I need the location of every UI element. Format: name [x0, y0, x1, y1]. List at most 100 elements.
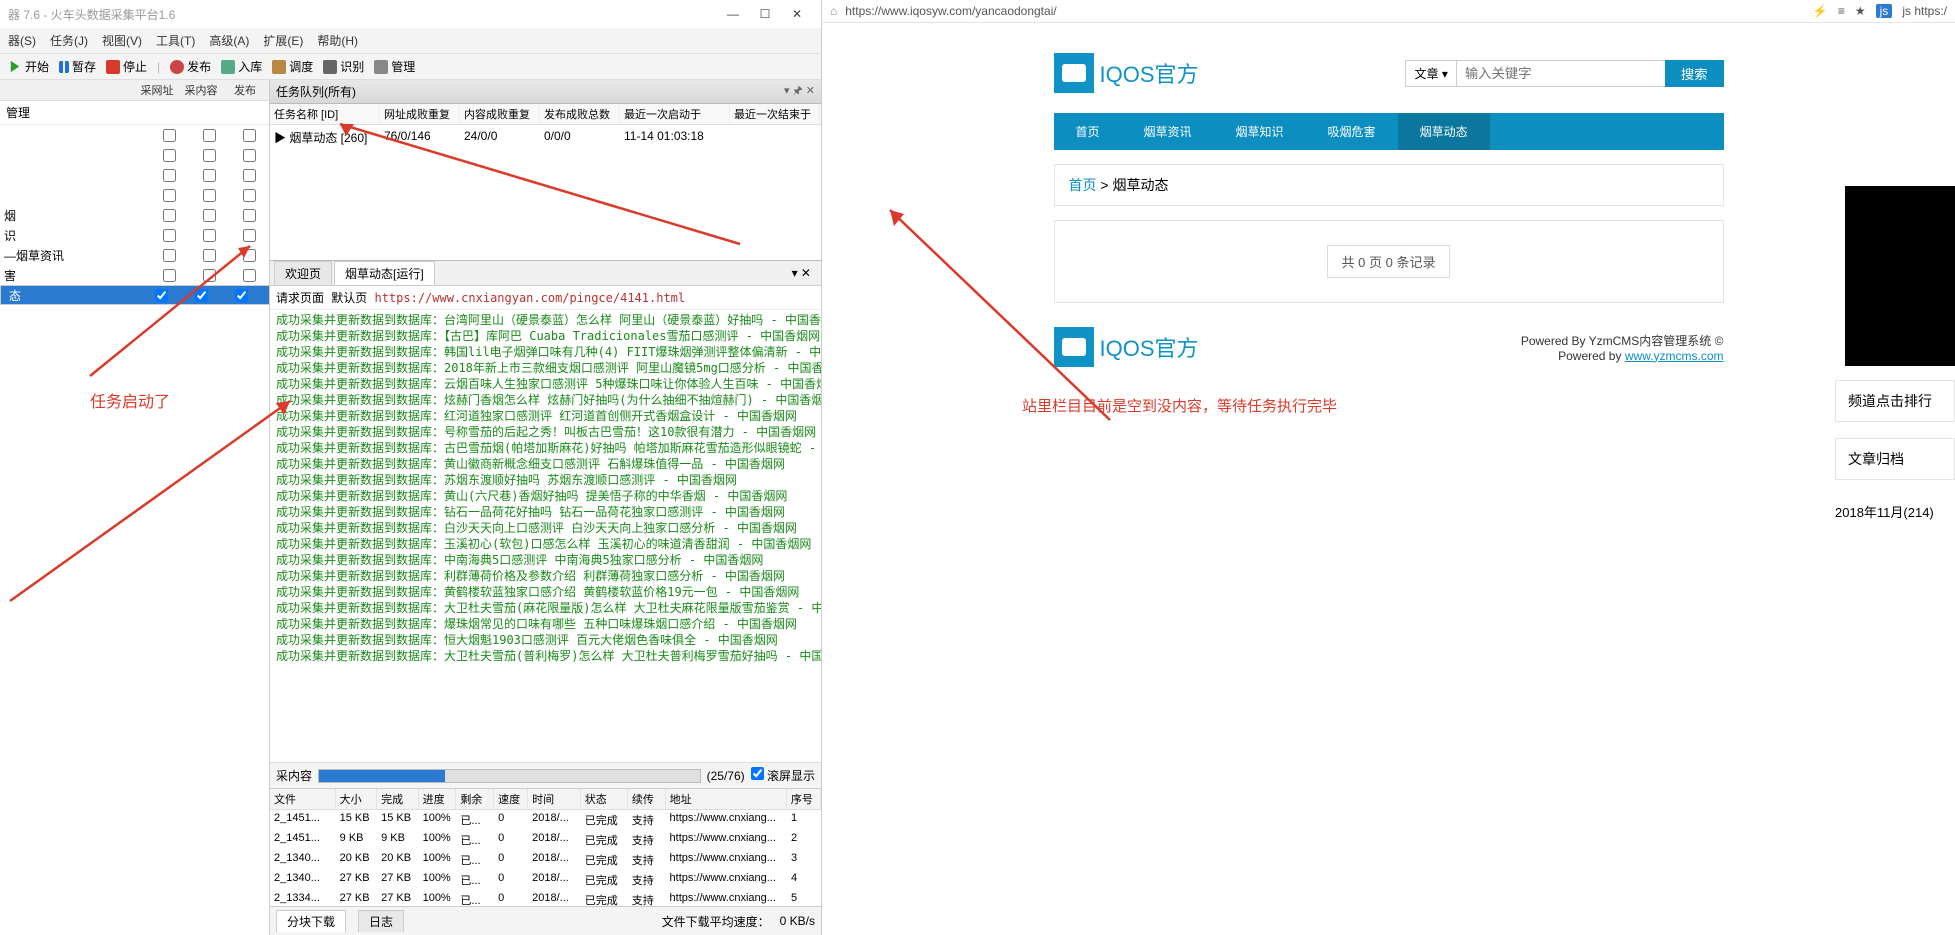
site-logo[interactable]: IQOS官方	[1054, 53, 1199, 93]
log-line: 成功采集并更新数据到数据库：大卫杜夫雪茄(普利梅罗)怎么样 大卫杜夫普利梅罗雪茄…	[276, 648, 815, 664]
tree-checkbox[interactable]	[163, 169, 176, 182]
bottom-tab-chunk[interactable]: 分块下载	[276, 910, 346, 932]
nav-item[interactable]: 吸烟危害	[1306, 113, 1398, 150]
tree-checkbox[interactable]	[163, 249, 176, 262]
nav-item[interactable]: 首页	[1054, 113, 1122, 150]
log-body[interactable]: 成功采集并更新数据到数据库：台湾阿里山（硬景泰蓝）怎么样 阿里山（硬景泰蓝）好抽…	[270, 310, 821, 762]
tree-row[interactable]: 烟	[0, 205, 269, 225]
tree-row[interactable]: 态	[0, 285, 269, 305]
tree-row[interactable]	[0, 145, 269, 165]
tree-checkbox[interactable]	[203, 249, 216, 262]
tree-checkbox[interactable]	[203, 149, 216, 162]
tree-checkbox[interactable]	[203, 169, 216, 182]
tree-checkbox[interactable]	[243, 149, 256, 162]
tree-row[interactable]	[0, 125, 269, 145]
progress-label: 采内容	[276, 767, 312, 784]
search-input[interactable]	[1456, 60, 1666, 87]
tree-checkbox[interactable]	[163, 149, 176, 162]
tree-checkbox[interactable]	[203, 269, 216, 282]
toolbar-mgmt-button[interactable]: 管理	[374, 58, 415, 75]
toolbar-pause-button[interactable]: 暂存	[59, 58, 96, 75]
breadcrumb-home[interactable]: 首页	[1069, 177, 1097, 193]
tree-checkbox[interactable]	[163, 129, 176, 142]
menu-item[interactable]: 视图(V)	[102, 32, 142, 49]
tree-checkbox[interactable]	[235, 289, 248, 302]
home-icon[interactable]: ⌂	[830, 4, 837, 18]
queue-task-row[interactable]: ▶ 烟草动态 [260]76/0/14624/0/00/0/011-14 01:…	[270, 125, 821, 150]
toolbar-in-button[interactable]: 入库	[221, 58, 262, 75]
logo-icon	[1054, 327, 1094, 367]
tree-checkbox[interactable]	[195, 289, 208, 302]
queue-col: 内容成败重复	[460, 104, 540, 124]
menu-item[interactable]: 器(S)	[8, 32, 36, 49]
toolbar-stop-button[interactable]: 停止	[106, 58, 147, 75]
close-button[interactable]: ✕	[781, 4, 813, 24]
nav-item[interactable]: 烟草知识	[1214, 113, 1306, 150]
file-row[interactable]: 2_1334...27 KB27 KB100%已...02018/...已完成支…	[270, 890, 821, 906]
nav-item[interactable]: 烟草动态	[1398, 113, 1490, 150]
tree-checkbox[interactable]	[203, 229, 216, 242]
lightning-icon[interactable]: ⚡	[1813, 4, 1828, 18]
menu-item[interactable]: 帮助(H)	[317, 32, 358, 49]
tree-checkbox[interactable]	[203, 189, 216, 202]
files-header: 文件大小完成进度剩余速度时间状态续传地址序号	[270, 789, 821, 810]
minimize-button[interactable]: —	[717, 4, 749, 24]
files-col: 时间	[528, 789, 581, 809]
file-row[interactable]: 2_1340...27 KB27 KB100%已...02018/...已完成支…	[270, 870, 821, 890]
toolbar-sched-button[interactable]: 调度	[272, 58, 313, 75]
tree-checkbox[interactable]	[203, 129, 216, 142]
tree-row[interactable]: 识	[0, 225, 269, 245]
bookmark-icon[interactable]: ★	[1855, 4, 1866, 18]
log-line: 成功采集并更新数据到数据库：苏烟东渡顺好抽吗 苏烟东渡顺口感测评 - 中国香烟网	[276, 472, 815, 488]
tree-checkbox[interactable]	[243, 169, 256, 182]
tree-checkbox[interactable]	[163, 209, 176, 222]
maximize-button[interactable]: ☐	[749, 4, 781, 24]
close-tab-button[interactable]: ▾ ✕	[786, 266, 817, 280]
tree-checkbox[interactable]	[243, 269, 256, 282]
file-row[interactable]: 2_1340...20 KB20 KB100%已...02018/...已完成支…	[270, 850, 821, 870]
bottom-tab-log[interactable]: 日志	[358, 910, 404, 932]
tree-checkbox[interactable]	[163, 189, 176, 202]
nav-item[interactable]: 烟草资讯	[1122, 113, 1214, 150]
queue-col: 最近一次结束于	[730, 104, 820, 124]
tree-row[interactable]	[0, 185, 269, 205]
tree-checkbox[interactable]	[163, 269, 176, 282]
menubar: 器(S) 任务(J) 视图(V) 工具(T) 高级(A) 扩展(E) 帮助(H)	[0, 28, 821, 54]
footer-link[interactable]: www.yzmcms.com	[1625, 349, 1724, 363]
menu-item[interactable]: 高级(A)	[209, 32, 249, 49]
roll-checkbox[interactable]: 滚屏显示	[751, 767, 815, 784]
files-body[interactable]: 2_1451...15 KB15 KB100%已...02018/...已完成支…	[270, 810, 821, 906]
files-panel: 文件大小完成进度剩余速度时间状态续传地址序号 2_1451...15 KB15 …	[270, 788, 821, 906]
pause-icon	[59, 61, 69, 73]
menu-item[interactable]: 任务(J)	[50, 32, 88, 49]
toolbar-play-button[interactable]: 开始	[8, 58, 49, 75]
tab-welcome[interactable]: 欢迎页	[274, 261, 332, 285]
tree-checkbox[interactable]	[243, 209, 256, 222]
search-button[interactable]: 搜索	[1665, 60, 1724, 87]
toolbar-reco-button[interactable]: 识别	[323, 58, 364, 75]
toolbar-pub-button[interactable]: 发布	[170, 58, 211, 75]
log-line: 成功采集并更新数据到数据库：黄鹤楼软蓝独家口感介绍 黄鹤楼软蓝价格19元一包 -…	[276, 584, 815, 600]
file-row[interactable]: 2_1451...9 KB9 KB100%已...02018/...已完成支持h…	[270, 830, 821, 850]
search-type-select[interactable]: 文章 ▾	[1405, 60, 1455, 87]
tree-checkbox[interactable]	[243, 249, 256, 262]
tree-checkbox[interactable]	[163, 229, 176, 242]
tree-checkbox[interactable]	[243, 229, 256, 242]
js-badge[interactable]: js	[1876, 4, 1893, 18]
tab-running-task[interactable]: 烟草动态[运行]	[334, 261, 435, 285]
tree-row[interactable]: 害	[0, 265, 269, 285]
logo-icon	[1054, 53, 1094, 93]
menu-item[interactable]: 扩展(E)	[263, 32, 303, 49]
tree-checkbox[interactable]	[155, 289, 168, 302]
tree-row[interactable]	[0, 165, 269, 185]
tree-checkbox[interactable]	[243, 189, 256, 202]
tree-checkbox[interactable]	[243, 129, 256, 142]
tree-row[interactable]: —烟草资讯	[0, 245, 269, 265]
file-row[interactable]: 2_1451...15 KB15 KB100%已...02018/...已完成支…	[270, 810, 821, 830]
tree-checkbox[interactable]	[203, 209, 216, 222]
archive-item[interactable]: 2018年11月(214)	[1835, 496, 1955, 527]
address-url[interactable]: https://www.iqosyw.com/yancaodongtai/	[845, 4, 1805, 18]
menu-item[interactable]: 工具(T)	[156, 32, 195, 49]
footer-logo[interactable]: IQOS官方	[1054, 327, 1199, 367]
list-icon[interactable]: ≡	[1838, 4, 1845, 18]
